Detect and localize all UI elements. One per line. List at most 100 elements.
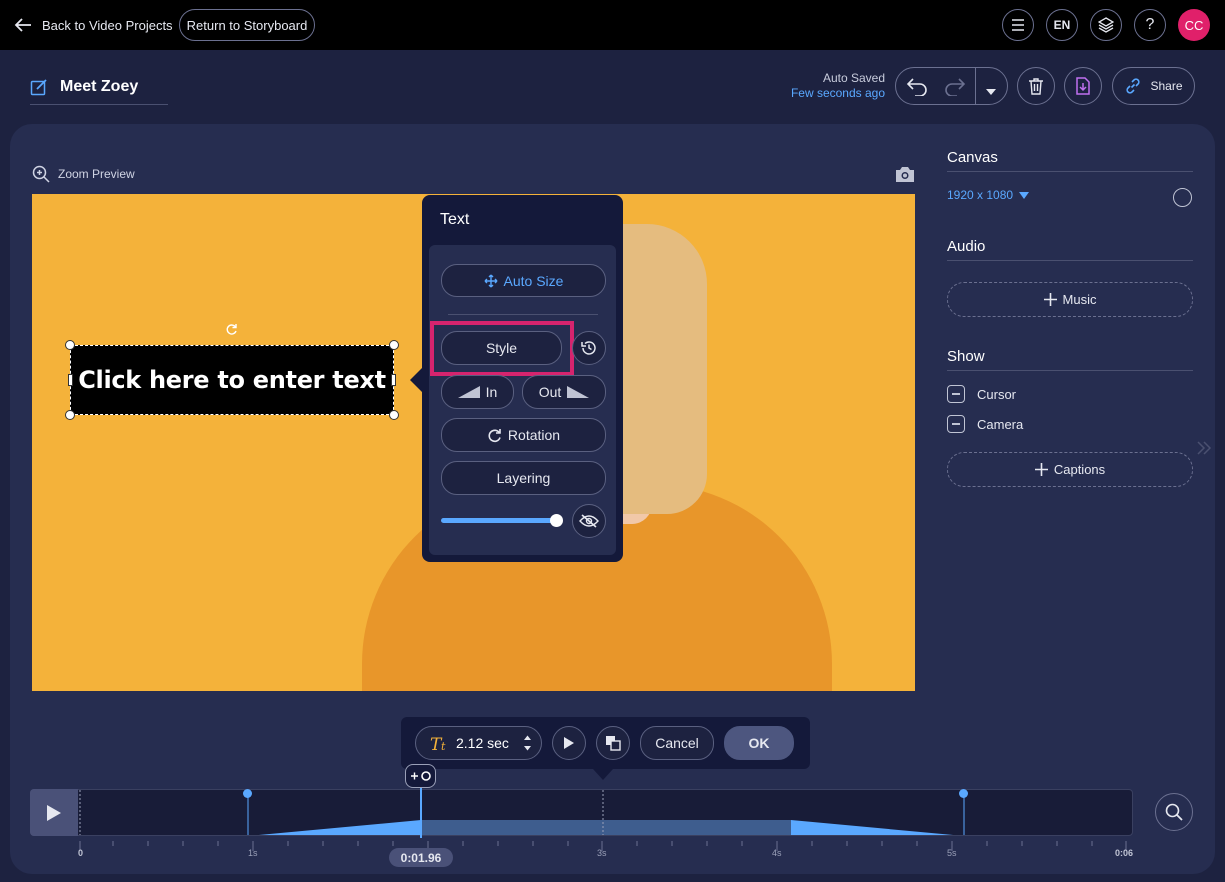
out-label: Out	[538, 384, 562, 400]
duration-step-arrows[interactable]	[523, 734, 532, 757]
cancel-button[interactable]: Cancel	[640, 726, 714, 760]
rotate-handle[interactable]	[225, 323, 238, 341]
opacity-slider-track[interactable]	[441, 518, 557, 523]
animation-out-button[interactable]: Out	[522, 375, 606, 409]
stepper-arrows-icon	[524, 735, 531, 751]
resize-handle-tl[interactable]	[65, 340, 75, 350]
zoom-preview-button[interactable]: Zoom Preview	[32, 165, 135, 183]
audio-heading: Audio	[947, 238, 986, 255]
caret-down-icon	[986, 89, 996, 95]
back-link-label: Back to Video Projects	[42, 17, 173, 33]
show-camera-toggle[interactable]: Camera	[947, 415, 1023, 433]
playhead-line[interactable]	[420, 788, 422, 838]
menu-button[interactable]	[1002, 9, 1034, 41]
back-to-projects-link[interactable]: Back to Video Projects	[14, 12, 173, 38]
clip-start-keyframe[interactable]	[243, 789, 252, 798]
redo-button[interactable]	[943, 76, 967, 101]
ramp-up-icon	[457, 386, 480, 398]
undo-button[interactable]	[905, 76, 929, 101]
timeline-play-button[interactable]	[30, 789, 78, 836]
zoom-preview-label: Zoom Preview	[58, 167, 135, 181]
avatar[interactable]: CC	[1178, 9, 1210, 41]
download-button[interactable]	[1064, 67, 1102, 105]
zoom-in-icon	[32, 165, 50, 183]
rotation-button[interactable]: Rotation	[441, 418, 606, 452]
resize-handle-tr[interactable]	[389, 340, 399, 350]
music-label: Music	[1062, 292, 1097, 307]
text-element[interactable]: Click here to enter text	[70, 345, 394, 415]
popup-divider	[448, 314, 598, 315]
expand-panel-button[interactable]	[1196, 440, 1212, 461]
download-file-icon	[1076, 77, 1090, 95]
layers-button[interactable]	[1090, 9, 1122, 41]
opacity-slider-thumb[interactable]	[550, 514, 563, 527]
animation-in-button[interactable]: In	[441, 375, 514, 409]
link-icon	[1126, 78, 1141, 94]
add-keyframe-button[interactable]	[405, 764, 436, 788]
tick-label: 3s	[597, 848, 607, 858]
help-button[interactable]: ?	[1134, 9, 1166, 41]
add-captions-button[interactable]: Captions	[947, 452, 1193, 487]
layer-order-button[interactable]	[596, 726, 630, 760]
history-dropdown-button[interactable]	[985, 83, 997, 101]
clip-end-keyframe[interactable]	[959, 789, 968, 798]
style-history-button[interactable]	[572, 331, 606, 365]
popup-title: Text	[440, 211, 470, 228]
caret-down-icon	[1019, 191, 1030, 199]
cursor-label: Cursor	[977, 386, 1017, 402]
share-button[interactable]: Share	[1112, 67, 1195, 105]
plus-icon	[1034, 463, 1048, 476]
layering-button[interactable]: Layering	[441, 461, 606, 495]
delete-button[interactable]	[1017, 67, 1055, 105]
return-to-storyboard-button[interactable]: Return to Storyboard	[179, 9, 315, 41]
timeline-zoom-button[interactable]	[1155, 793, 1193, 831]
ramp-down-icon	[567, 386, 590, 398]
camera-icon	[896, 167, 914, 182]
ok-button[interactable]: OK	[724, 726, 794, 760]
timeline-track[interactable]	[30, 789, 1133, 836]
divider	[947, 260, 1193, 261]
project-title-area: Meet Zoey	[30, 72, 168, 105]
undo-icon	[906, 78, 927, 97]
history-icon	[581, 341, 596, 355]
canvas-size-dropdown[interactable]: 1920 x 1080	[947, 188, 1030, 202]
camera-checkbox[interactable]	[947, 415, 965, 433]
canvas-heading: Canvas	[947, 149, 998, 166]
layers-icon	[1098, 17, 1114, 33]
resize-handle-left[interactable]	[68, 374, 73, 386]
style-button[interactable]: Style	[441, 331, 562, 365]
edit-icon[interactable]	[30, 78, 48, 96]
language-button[interactable]: EN	[1046, 9, 1078, 41]
add-music-button[interactable]: Music	[947, 282, 1193, 317]
auto-size-button[interactable]: Auto Size	[441, 264, 606, 297]
text-type-icon: Tt	[430, 735, 446, 755]
playhead-time-badge: 0:01.96	[389, 848, 453, 867]
add-marker-icon	[410, 771, 431, 781]
divider	[947, 171, 1193, 172]
canvas-color-swatch[interactable]	[1173, 188, 1192, 207]
project-title[interactable]: Meet Zoey	[60, 78, 138, 96]
rotation-label: Rotation	[507, 427, 561, 443]
plus-icon	[1043, 293, 1057, 306]
tick-label: 5s	[947, 848, 957, 858]
snapshot-button[interactable]	[895, 166, 915, 188]
rotate-icon	[226, 324, 237, 335]
cursor-checkbox[interactable]	[947, 385, 965, 403]
trash-icon	[1029, 78, 1043, 95]
arrow-left-icon	[14, 18, 31, 32]
in-label: In	[485, 384, 498, 400]
show-cursor-toggle[interactable]: Cursor	[947, 385, 1016, 403]
eye-off-icon	[579, 514, 599, 528]
visibility-toggle-button[interactable]	[572, 504, 606, 538]
redo-icon	[945, 78, 966, 97]
play-element-button[interactable]	[552, 726, 586, 760]
toolbar-pointer	[593, 769, 613, 780]
duration-value[interactable]: 2.12 sec	[456, 735, 509, 751]
resize-handle-br[interactable]	[389, 410, 399, 420]
autosave-time: Few seconds ago	[790, 86, 885, 100]
resize-handle-bl[interactable]	[65, 410, 75, 420]
resize-handle-right[interactable]	[391, 374, 396, 386]
tick-label: 0	[78, 848, 84, 858]
divider	[947, 370, 1193, 371]
share-label: Share	[1150, 79, 1183, 93]
